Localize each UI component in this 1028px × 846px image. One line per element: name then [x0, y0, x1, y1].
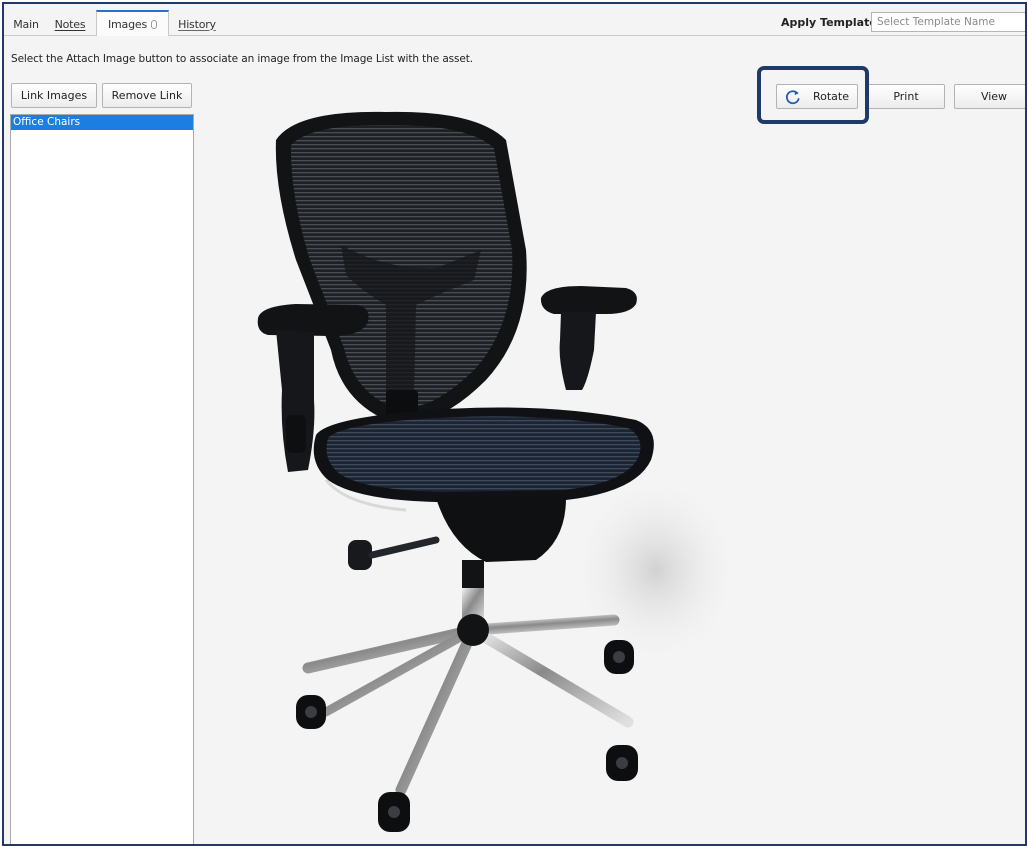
list-item-office-chairs[interactable]: Office Chairs	[11, 115, 193, 130]
remove-link-label: Remove Link	[111, 89, 183, 102]
tab-notes[interactable]: Notes	[49, 13, 91, 34]
instruction-text: Select the Attach Image button to associ…	[11, 53, 474, 65]
tab-notes-label: Notes	[54, 17, 86, 31]
apply-template-label: Apply Template:	[781, 16, 882, 29]
tab-history[interactable]: History	[172, 13, 222, 34]
tab-history-label: History	[178, 17, 216, 31]
print-button[interactable]: Print	[867, 84, 945, 109]
asset-images-panel: Main Notes Images History Apply Template…	[2, 2, 1027, 846]
view-button[interactable]: View	[954, 84, 1025, 109]
link-images-button[interactable]: Link Images	[11, 83, 97, 108]
rotate-highlight-callout	[757, 66, 869, 124]
image-list[interactable]: Office Chairs	[10, 114, 194, 844]
tab-images[interactable]: Images	[96, 10, 169, 36]
tab-main[interactable]: Main	[7, 13, 45, 34]
print-label: Print	[893, 90, 919, 103]
attachment-icon	[150, 19, 157, 29]
image-preview	[236, 100, 736, 842]
template-name-select[interactable]	[871, 12, 1025, 32]
view-label: View	[980, 90, 1008, 103]
link-images-label: Link Images	[20, 89, 88, 102]
office-chair-photo	[257, 111, 736, 832]
tab-images-label: Images	[108, 17, 147, 31]
tab-bar: Main Notes Images History Apply Template…	[4, 4, 1025, 36]
remove-link-button[interactable]: Remove Link	[102, 83, 192, 108]
tab-main-label: Main	[13, 17, 39, 31]
